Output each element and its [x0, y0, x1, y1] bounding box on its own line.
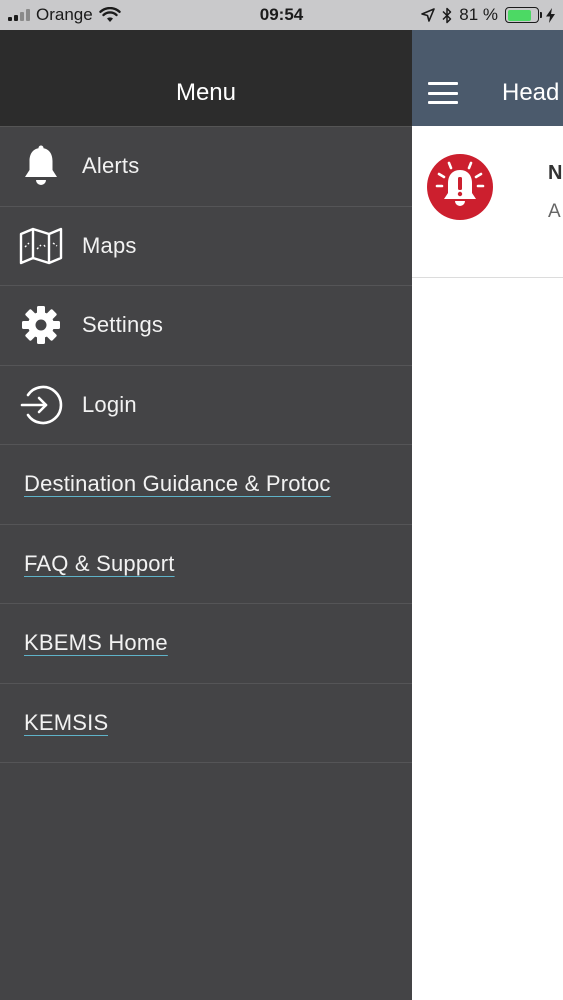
menu-item-label: Alerts — [82, 153, 140, 179]
main-content: Head N A — [412, 30, 563, 1000]
battery-percent: 81 % — [459, 5, 498, 24]
alarm-bell-icon — [427, 154, 493, 220]
link-faq-support[interactable]: FAQ & Support — [0, 525, 412, 604]
charging-icon — [546, 7, 555, 23]
alert-list-item[interactable]: N A — [412, 126, 563, 278]
bluetooth-icon — [442, 7, 452, 24]
drawer-title: Menu — [175, 79, 237, 106]
menu-item-maps[interactable]: Maps — [0, 207, 412, 286]
menu-item-label: Login — [82, 391, 137, 417]
location-arrow-icon — [421, 8, 436, 22]
carrier-name: Orange — [36, 5, 93, 24]
link-label[interactable]: FAQ & Support — [24, 551, 175, 577]
wifi-icon — [99, 7, 121, 23]
map-icon — [18, 223, 64, 269]
drawer-header: Menu — [0, 30, 412, 127]
menu-item-label: Settings — [82, 312, 164, 338]
link-kbems-home[interactable]: KBEMS Home — [0, 604, 412, 684]
link-label[interactable]: KBEMS Home — [24, 630, 168, 656]
hamburger-menu-icon[interactable] — [428, 82, 458, 104]
alert-subtitle: A — [548, 201, 561, 222]
battery-level — [507, 9, 531, 21]
gear-icon — [18, 302, 64, 348]
signal-icon — [8, 9, 30, 21]
link-label[interactable]: KEMSIS — [24, 710, 108, 736]
status-right: 81 % — [421, 0, 555, 30]
status-bar: Orange 09:54 81 % — [0, 0, 563, 30]
status-left: Orange — [8, 0, 121, 30]
bell-icon — [18, 143, 64, 189]
main-header: Head — [412, 30, 563, 126]
link-label[interactable]: Destination Guidance & Protoc — [24, 471, 331, 497]
login-icon — [18, 382, 64, 428]
menu-item-login[interactable]: Login — [0, 366, 412, 445]
menu-item-label: Maps — [82, 232, 137, 258]
battery-icon — [505, 7, 542, 23]
menu-item-settings[interactable]: Settings — [0, 286, 412, 366]
link-kemsis[interactable]: KEMSIS — [0, 684, 412, 763]
link-destination-guidance[interactable]: Destination Guidance & Protoc — [0, 445, 412, 525]
side-drawer: Menu Alerts Maps Settings Login Destinat… — [0, 30, 412, 1000]
main-header-title: Head — [502, 79, 560, 106]
alert-title: N — [548, 162, 563, 184]
menu-item-alerts[interactable]: Alerts — [0, 127, 412, 207]
